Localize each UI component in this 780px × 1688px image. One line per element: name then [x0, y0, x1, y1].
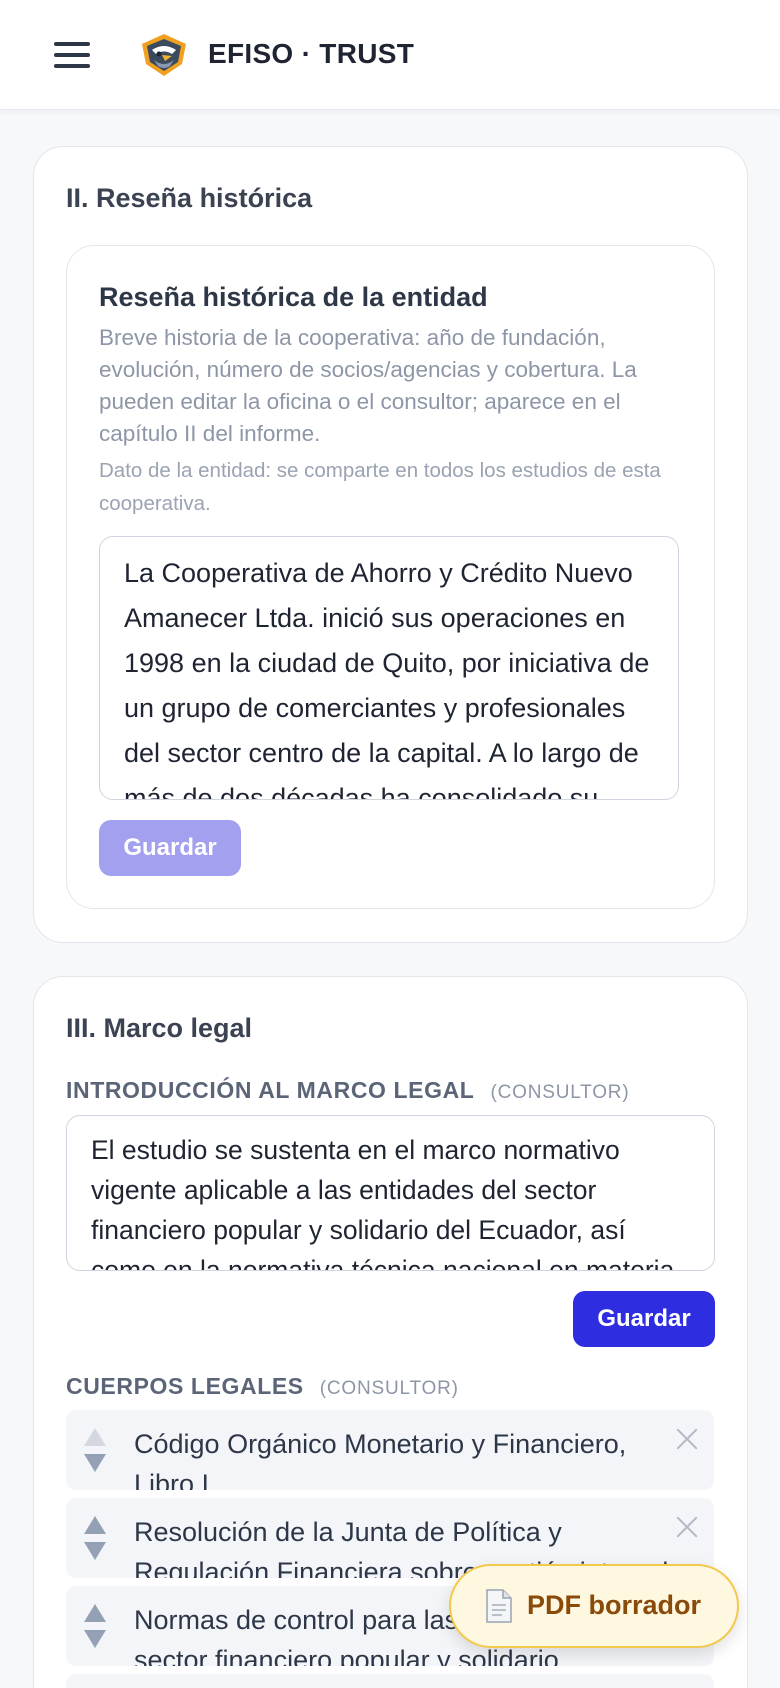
save-resena-button[interactable]: Guardar	[99, 820, 241, 876]
resena-textarea-value: La Cooperativa de Ahorro y Crédito Nuevo…	[124, 558, 650, 800]
reorder-arrows	[84, 1424, 106, 1478]
legal-body-item[interactable]	[66, 1674, 714, 1688]
save-intro-button[interactable]: Guardar	[573, 1291, 715, 1347]
move-up-icon[interactable]	[84, 1604, 106, 1622]
remove-item-icon[interactable]	[674, 1514, 700, 1540]
resena-textarea[interactable]: La Cooperativa de Ahorro y Crédito Nuevo…	[99, 536, 679, 800]
field-note-text: Dato de la entidad: se comparte en todos…	[99, 459, 661, 515]
hamburger-menu-icon[interactable]	[54, 40, 90, 70]
legal-body-item[interactable]: Código Orgánico Monetario y Financiero, …	[66, 1410, 714, 1490]
section-title: II. Reseña histórica	[66, 183, 313, 213]
move-down-icon[interactable]	[84, 1630, 106, 1648]
eagle-shield-logo	[142, 34, 186, 76]
section-title: III. Marco legal	[66, 1013, 253, 1043]
cuerpos-legales-label: CUERPOS LEGALES (CONSULTOR)	[66, 1373, 459, 1400]
legal-body-text[interactable]: Código Orgánico Monetario y Financiero, …	[134, 1424, 674, 1490]
intro-label-text: INTRODUCCIÓN AL MARCO LEGAL	[66, 1077, 475, 1103]
section-resena-historica: II. Reseña histórica Reseña histórica de…	[33, 146, 748, 943]
top-bar: EFISO · TRUST	[0, 0, 780, 110]
intro-marco-legal-textarea[interactable]: El estudio se sustenta en el marco norma…	[66, 1115, 715, 1271]
brand-name: EFISO · TRUST	[208, 38, 415, 69]
move-down-icon[interactable]	[84, 1542, 106, 1560]
pdf-draft-button[interactable]: PDF borrador	[449, 1564, 739, 1648]
reorder-arrows	[84, 1600, 106, 1654]
consultor-tag: (CONSULTOR)	[490, 1082, 630, 1103]
field-card-resena: Reseña histórica de la entidad Breve his…	[66, 245, 715, 909]
remove-item-icon[interactable]	[674, 1426, 700, 1452]
pdf-draft-label: PDF borrador	[527, 1590, 702, 1620]
move-up-icon[interactable]	[84, 1516, 106, 1534]
move-down-icon[interactable]	[84, 1454, 106, 1472]
cuerpos-label-text: CUERPOS LEGALES	[66, 1373, 304, 1399]
document-icon	[486, 1589, 512, 1623]
intro-marco-legal-label: INTRODUCCIÓN AL MARCO LEGAL (CONSULTOR)	[66, 1077, 629, 1104]
move-up-icon	[84, 1428, 106, 1446]
reorder-arrows	[84, 1512, 106, 1566]
field-title: Reseña histórica de la entidad	[99, 282, 488, 312]
field-help-text: Breve historia de la cooperativa: año de…	[99, 325, 637, 446]
intro-textarea-value: El estudio se sustenta en el marco norma…	[91, 1135, 675, 1271]
consultor-tag: (CONSULTOR)	[319, 1378, 459, 1399]
